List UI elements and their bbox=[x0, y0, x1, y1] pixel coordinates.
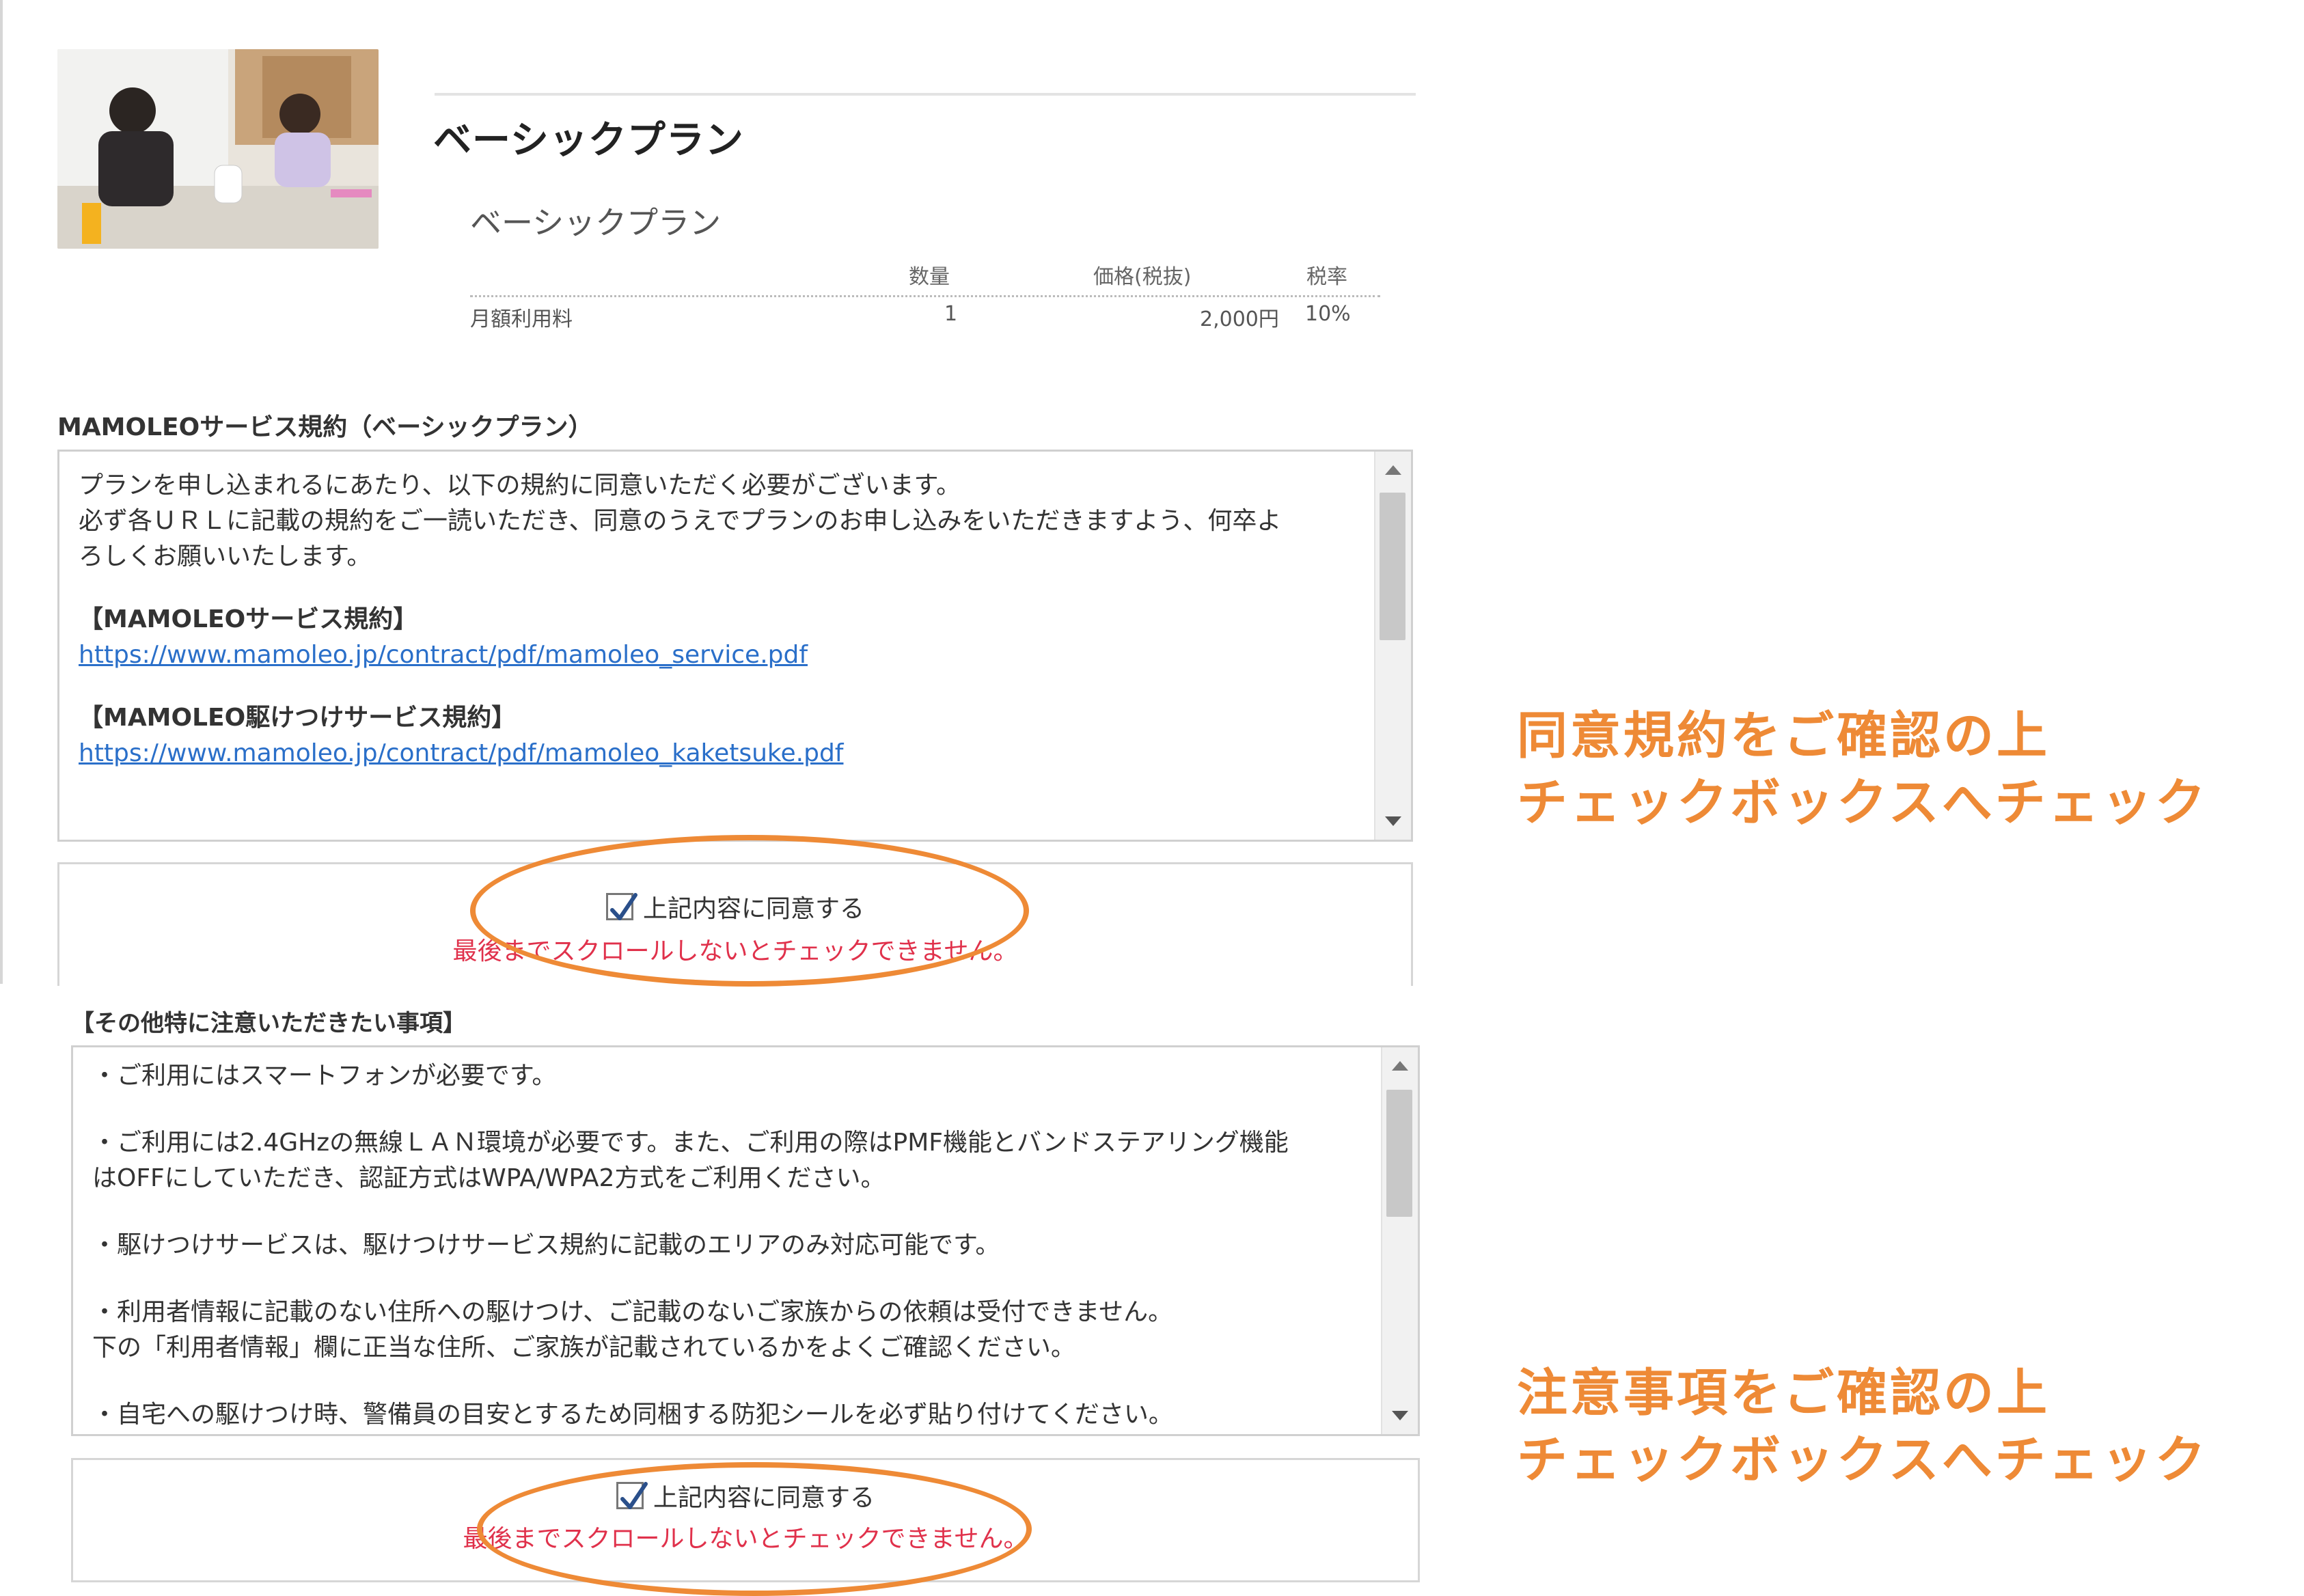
terms-intro-line: 必ず各ＵＲＬに記載の規約をご一読いただき、同意のうえでプランのお申し込みをいただ… bbox=[79, 507, 1282, 535]
table-cell-quantity: 1 bbox=[944, 302, 958, 326]
terms-content: プランを申し込まれるにあたり、以下の規約に同意いただく必要がございます。 必ず各… bbox=[59, 452, 1373, 840]
notices-section-title: 【その他特に注意いただきたい事項】 bbox=[71, 1010, 466, 1037]
notice-line: ・ご利用にはスマートフォンが必要です。 bbox=[92, 1062, 557, 1090]
table-cell-name: 月額利用料 bbox=[470, 307, 573, 331]
column-header-tax-rate: 税率 bbox=[1306, 265, 1347, 289]
notices-scroll-box[interactable]: ・ご利用にはスマートフォンが必要です。 ・ご利用には2.4GHzの無線ＬＡＮ環境… bbox=[71, 1045, 1420, 1436]
terms-intro-line: プランを申し込まれるにあたり、以下の規約に同意いただく必要がございます。 bbox=[79, 471, 961, 499]
annotation-notices-line2: チェックボックスへチェック bbox=[1517, 1431, 2208, 1489]
annotation-terms: 同意規約をご確認の上 チェックボックスへチェック bbox=[1517, 702, 2208, 836]
notice-line: ・ご利用には2.4GHzの無線ＬＡＮ環境が必要です。また、ご利用の際はPMF機能… bbox=[92, 1129, 1289, 1157]
notice-line: ・自宅への駆けつけ時、警備員の目安とするため同梱する防犯シールを必ず貼り付けてく… bbox=[92, 1401, 1173, 1429]
terms-scroll-thumb[interactable] bbox=[1380, 493, 1405, 640]
table-cell-tax-rate: 10% bbox=[1305, 302, 1351, 326]
annotation-notices: 注意事項をご確認の上 チェックボックスへチェック bbox=[1517, 1360, 2208, 1494]
annotation-terms-line2: チェックボックスへチェック bbox=[1517, 773, 2208, 832]
arrow-up-icon[interactable] bbox=[1385, 465, 1401, 475]
annotation-terms-line1: 同意規約をご確認の上 bbox=[1517, 706, 2050, 765]
notices-scrollbar[interactable] bbox=[1381, 1047, 1418, 1434]
notices-content: ・ご利用にはスマートフォンが必要です。 ・ご利用には2.4GHzの無線ＬＡＮ環境… bbox=[73, 1047, 1380, 1434]
table-divider bbox=[470, 295, 1380, 297]
column-header-quantity: 数量 bbox=[909, 265, 950, 289]
terms-intro-line: ろしくお願いいたします。 bbox=[79, 542, 372, 570]
annotation-notices-line1: 注意事項をご確認の上 bbox=[1517, 1364, 2050, 1422]
arrow-down-icon[interactable] bbox=[1392, 1411, 1408, 1420]
terms-heading-service: 【MAMOLEOサービス規約】 bbox=[79, 605, 418, 633]
frame-border bbox=[0, 0, 3, 984]
arrow-down-icon[interactable] bbox=[1385, 816, 1401, 826]
column-header-price: 価格(税抜) bbox=[1093, 265, 1192, 289]
terms-heading-kaketsuke: 【MAMOLEO駆けつけサービス規約】 bbox=[79, 704, 517, 732]
notice-line: はOFFにしていただき、認証方式はWPA/WPA2方式をご利用ください。 bbox=[92, 1164, 886, 1192]
highlight-ellipse-terms bbox=[470, 835, 1029, 987]
terms-section-title: MAMOLEOサービス規約（ベーシックプラン） bbox=[57, 413, 593, 441]
terms-link-kaketsuke[interactable]: https://www.mamoleo.jp/contract/pdf/mamo… bbox=[79, 739, 843, 767]
terms-scrollbar[interactable] bbox=[1374, 452, 1411, 840]
notices-scroll-thumb[interactable] bbox=[1386, 1090, 1412, 1217]
title-divider bbox=[435, 93, 1416, 96]
plan-subtitle: ベーシックプラン bbox=[470, 204, 722, 241]
arrow-up-icon[interactable] bbox=[1392, 1061, 1408, 1071]
highlight-ellipse-notices bbox=[477, 1462, 1032, 1596]
table-cell-price: 2,000円 bbox=[1200, 307, 1279, 331]
terms-scroll-box[interactable]: プランを申し込まれるにあたり、以下の規約に同意いただく必要がございます。 必ず各… bbox=[57, 450, 1413, 842]
plan-photo bbox=[57, 49, 379, 249]
terms-link-service[interactable]: https://www.mamoleo.jp/contract/pdf/mamo… bbox=[79, 641, 808, 669]
plan-title: ベーシックプラン bbox=[433, 118, 744, 163]
notice-line: ・駆けつけサービスは、駆けつけサービス規約に記載のエリアのみ対応可能です。 bbox=[92, 1231, 1000, 1259]
notice-line: ・利用者情報に記載のない住所への駆けつけ、ご記載のないご家族からの依頼は受付でき… bbox=[92, 1298, 1173, 1326]
notice-line: 下の「利用者情報」欄に正当な住所、ご家族が記載されているかをよくご確認ください。 bbox=[92, 1334, 1075, 1362]
